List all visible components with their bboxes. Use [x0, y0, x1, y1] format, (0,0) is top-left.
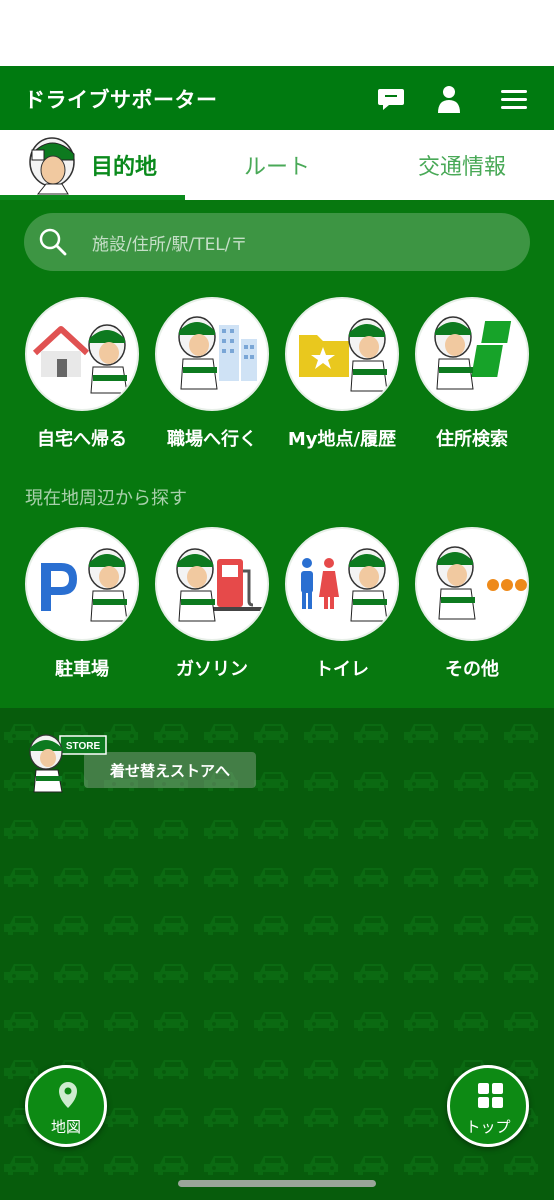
- home-button[interactable]: 自宅へ帰る: [17, 297, 147, 451]
- top-button-label: トップ: [465, 1118, 511, 1136]
- nearby-section-title: 現在地周辺から探す: [25, 488, 187, 509]
- gas-station-icon: [176, 548, 263, 622]
- parking-icon: [41, 548, 128, 622]
- parking-label: 駐車場: [55, 659, 109, 680]
- toilet-button[interactable]: トイレ: [277, 527, 407, 681]
- message-icon[interactable]: [376, 84, 406, 114]
- gas-station-button[interactable]: ガソリン: [147, 527, 277, 681]
- office-button[interactable]: 職場へ行く: [147, 297, 277, 451]
- office-icon: [178, 316, 257, 390]
- office-label: 職場へ行く: [167, 429, 257, 450]
- map-button-label: 地図: [50, 1118, 81, 1136]
- toilet-icon: [301, 548, 388, 622]
- menu-icon[interactable]: [498, 84, 530, 114]
- tab-route[interactable]: ルート: [222, 130, 332, 200]
- other-label: その他: [445, 659, 499, 680]
- parking-button[interactable]: 駐車場: [17, 527, 147, 681]
- toilet-label: トイレ: [315, 659, 369, 680]
- app-bar: ドライブサポーター: [0, 66, 554, 130]
- folder-star-icon: [299, 318, 388, 392]
- tab-traffic-info[interactable]: 交通情報: [400, 130, 524, 200]
- top-button[interactable]: トップ: [447, 1065, 529, 1147]
- other-button[interactable]: その他: [407, 527, 537, 681]
- store-link[interactable]: 着せ替えストアへ STORE: [26, 730, 266, 800]
- store-sign-text: STORE: [66, 741, 101, 752]
- search-icon: [39, 228, 67, 256]
- store-mascot-icon: STORE: [29, 734, 107, 793]
- user-icon[interactable]: [434, 84, 464, 114]
- app-title: ドライブサポーター: [24, 88, 218, 112]
- address-search-button[interactable]: 住所検索: [407, 297, 537, 451]
- destination-panel: 施設/住所/駅/TEL/〒 自宅へ帰る 職場へ行く My地点/履歴 住所検索 現…: [0, 200, 554, 708]
- tab-bar: 目的地 ルート 交通情報: [0, 130, 554, 200]
- my-places-label: My地点/履歴: [287, 429, 397, 450]
- address-search-label: 住所検索: [436, 429, 508, 450]
- more-icon: [436, 546, 527, 620]
- tab-destination[interactable]: 目的地: [86, 130, 162, 200]
- map-button[interactable]: 地図: [25, 1065, 107, 1147]
- mascot-icon: [29, 137, 75, 195]
- gas-station-label: ガソリン: [176, 659, 248, 680]
- search-input[interactable]: 施設/住所/駅/TEL/〒: [24, 213, 530, 271]
- my-places-button[interactable]: My地点/履歴: [277, 297, 407, 451]
- home-icon: [32, 324, 128, 394]
- address-icon: [434, 316, 512, 390]
- search-placeholder: 施設/住所/駅/TEL/〒: [92, 235, 248, 255]
- map-pin-icon: [59, 1082, 77, 1108]
- home-label: 自宅へ帰る: [37, 429, 127, 450]
- status-bar: [0, 0, 554, 66]
- grid-icon: [478, 1083, 503, 1108]
- home-indicator: [178, 1180, 376, 1187]
